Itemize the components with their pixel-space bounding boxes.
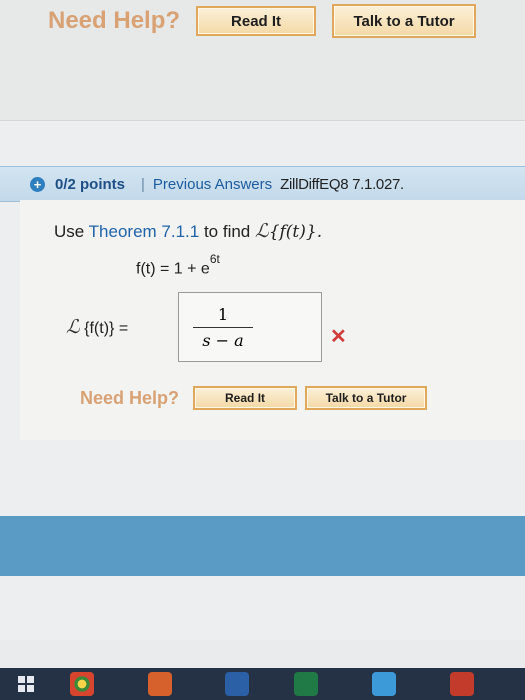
excel-icon[interactable]	[294, 672, 318, 696]
read-it-button[interactable]: Read It	[193, 386, 298, 410]
answer-numerator: 1	[217, 305, 229, 324]
need-help-label: Need Help?	[48, 7, 181, 34]
firefox-icon[interactable]	[148, 672, 172, 696]
previous-question-panel: Need Help? Read It Talk to a Tutor	[0, 0, 525, 121]
talk-to-tutor-button[interactable]: Talk to a Tutor	[305, 386, 428, 410]
answer-fraction: 1 s − a	[193, 305, 253, 350]
answer-label: ℒ {f(t)} =	[66, 316, 128, 338]
function-definition: f(t) = 1 + e6t	[136, 252, 220, 278]
function-exponent: 6t	[209, 252, 220, 266]
question-header: + 0/2 points | Previous Answers ZillDiff…	[0, 166, 525, 202]
x-mark-icon: ✕	[330, 326, 347, 348]
start-icon[interactable]	[18, 676, 34, 692]
need-help-label: Need Help?	[80, 387, 180, 408]
top-help-row: Need Help? Read It Talk to a Tutor	[48, 4, 477, 38]
talk-to-tutor-button[interactable]: Talk to a Tutor	[332, 4, 477, 38]
prompt-mid: to find	[203, 222, 251, 241]
internet-explorer-icon[interactable]	[372, 672, 396, 696]
question-prompt: Use Theorem 7.1.1 to find ℒ{f(t)}.	[54, 220, 322, 242]
prompt-prefix: Use	[54, 222, 85, 241]
question-body: Use Theorem 7.1.1 to find ℒ{f(t)}. f(t) …	[20, 200, 525, 440]
function-lhs: f(t) = 1 + e	[136, 260, 210, 278]
onenote-icon[interactable]	[450, 672, 474, 696]
answer-denominator: s − a	[202, 331, 244, 350]
theorem-link[interactable]: Theorem 7.1.1	[89, 222, 200, 241]
question-id: ZillDiffEQ8 7.1.027.	[280, 175, 404, 193]
prompt-expression: {f(t)}.	[268, 222, 323, 242]
question-help-row: Need Help? Read It Talk to a Tutor	[80, 386, 428, 410]
fraction-bar	[193, 327, 253, 328]
previous-answers-link[interactable]: Previous Answers	[153, 176, 272, 193]
plus-circle-icon[interactable]: +	[30, 176, 45, 192]
header-separator: |	[141, 175, 145, 193]
screen: Need Help? Read It Talk to a Tutor + 0/2…	[0, 0, 525, 640]
points-score: 0/2 points	[55, 175, 126, 193]
read-it-button[interactable]: Read It	[196, 6, 317, 36]
laplace-symbol: ℒ	[255, 220, 269, 242]
word-icon[interactable]	[225, 672, 249, 696]
answer-input[interactable]: 1 s − a	[178, 292, 322, 362]
answer-laplace-symbol: ℒ	[66, 316, 80, 338]
answer-lhs: {f(t)} =	[84, 320, 129, 337]
footer-band	[0, 516, 525, 576]
taskbar	[0, 668, 525, 700]
chrome-icon[interactable]	[70, 672, 94, 696]
